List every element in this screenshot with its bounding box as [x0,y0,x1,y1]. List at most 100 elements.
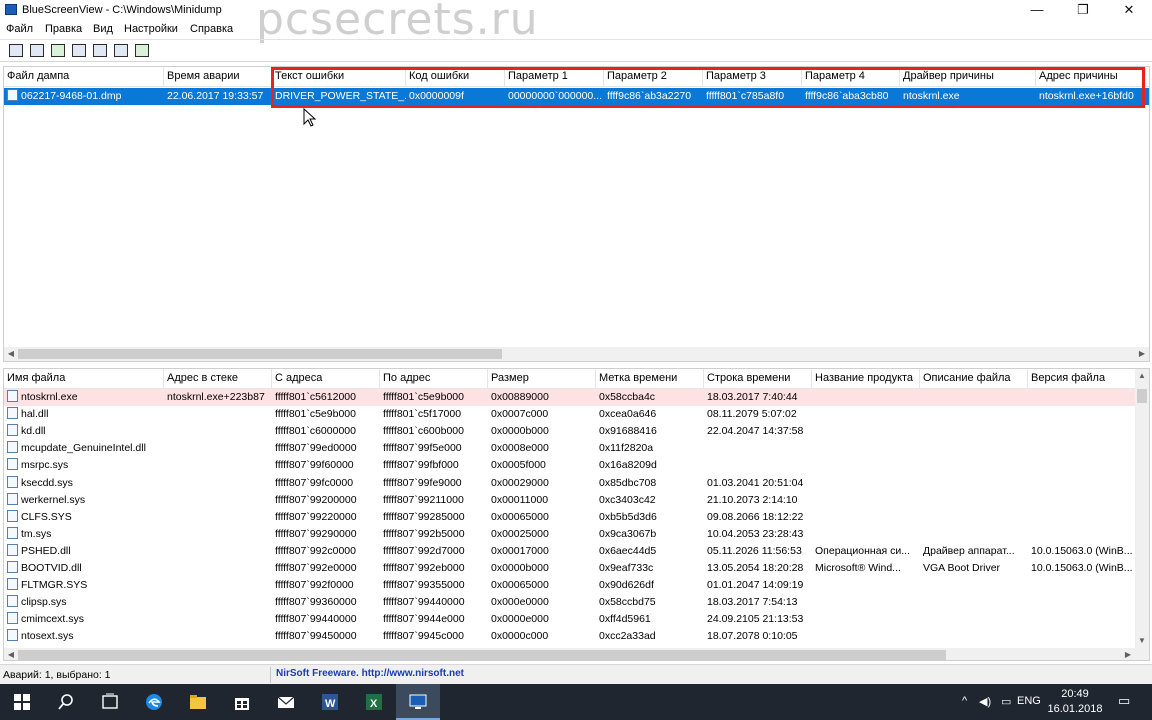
volume-icon[interactable]: ◀) [979,695,991,708]
table-row[interactable]: cmimcext.sys fffff807`99440000 fffff807`99… [4,611,1149,628]
clock[interactable]: 20:49 16.01.2018 [1045,687,1105,717]
properties-icon[interactable] [92,43,109,59]
col-size[interactable]: Размер [488,369,596,389]
table-row[interactable]: msrpc.sys fffff807`99f60000 fffff807`99fbf… [4,457,1149,474]
language-indicator[interactable]: ENG [1017,695,1041,707]
col-time-stamp[interactable]: Метка времени [596,369,704,389]
menu-edit[interactable]: Правка [45,23,82,35]
crash-row[interactable]: 062217-9468-01.dmp 22.06.2017 19:33:57 D… [4,88,1149,105]
cell-size: 0x0000b000 [491,425,549,438]
cell-filename: clipsp.sys [4,594,164,611]
table-row[interactable]: kd.dll fffff801`c6000000 fffff801`c600b000… [4,423,1149,440]
notifications-icon[interactable]: ▭ [1118,693,1130,709]
word-icon[interactable]: W [308,684,352,720]
maximize-button[interactable]: ❐ [1060,0,1106,21]
menu-view[interactable]: Вид [93,23,113,35]
store-icon[interactable] [220,684,264,720]
col-to-address[interactable]: По адрес [380,369,488,389]
table-row[interactable]: FLTMGR.SYS fffff807`992f0000 fffff807`9935… [4,577,1149,594]
col-dump-file[interactable]: Файл дампа [4,67,164,87]
scroll-thumb[interactable] [18,349,502,359]
col-bug-check-code[interactable]: Код ошибки [406,67,505,87]
title-bar[interactable]: BlueScreenView - C:\Windows\Minidump pcs… [0,0,1152,45]
cell-from-address: fffff807`99220000 [275,510,357,523]
cell-time-stamp: 0x91688416 [599,425,657,438]
driver-file-icon [7,612,18,625]
cell-file-version [1028,526,1136,543]
search-icon[interactable] [44,684,88,720]
cell-filename-text: ksecdd.sys [21,476,73,489]
bottom-horizontal-scrollbar[interactable]: ◀ ▶ [4,648,1149,660]
col-file-version[interactable]: Версия файла [1028,369,1136,389]
col-param-3[interactable]: Параметр 3 [703,67,802,87]
bottom-vertical-scrollbar[interactable]: ▲ ▼ [1135,369,1149,648]
col-caused-by-driver[interactable]: Драйвер причины [900,67,1036,87]
copy-icon[interactable] [71,43,88,59]
excel-icon[interactable]: X [352,684,396,720]
save-icon[interactable] [29,43,46,59]
minimize-button[interactable]: — [1014,0,1060,21]
scroll-up-icon[interactable]: ▲ [1135,369,1149,383]
driver-file-icon [7,475,18,488]
menu-help[interactable]: Справка [190,23,233,35]
table-row[interactable]: CLFS.SYS fffff807`99220000 fffff807`992850… [4,509,1149,526]
find-icon[interactable] [113,43,130,59]
cell-address-in-stack [164,509,272,526]
menu-file[interactable]: Файл [6,23,33,35]
table-row[interactable]: hal.dll fffff801`c5e9b000 fffff801`c5f1700… [4,406,1149,423]
driver-file-icon [7,424,18,437]
menu-settings[interactable]: Настройки [124,23,178,35]
tray-chevron-icon[interactable]: ^ [962,695,967,707]
scroll-left-icon[interactable]: ◀ [4,648,18,660]
table-row[interactable]: werkernel.sys fffff807`99200000 fffff807`9… [4,492,1149,509]
html-report-icon[interactable] [8,43,25,59]
table-row[interactable]: ntosext.sys fffff807`99450000 fffff807`994… [4,628,1149,645]
mouse-cursor-icon [303,108,317,127]
nirsoft-link[interactable]: NirSoft Freeware. http://www.nirsoft.net [276,668,464,679]
col-caused-by-address[interactable]: Адрес причины [1036,67,1146,87]
scroll-right-icon[interactable]: ▶ [1121,648,1135,660]
col-product-name[interactable]: Название продукта [812,369,920,389]
refresh-icon[interactable] [50,43,67,59]
table-row[interactable]: ksecdd.sys fffff807`99fc0000 fffff807`99fe… [4,475,1149,492]
explorer-icon[interactable] [176,684,220,720]
top-horizontal-scrollbar[interactable]: ◀ ▶ [4,347,1149,361]
start-icon[interactable] [0,684,44,720]
col-param-2[interactable]: Параметр 2 [604,67,703,87]
col-address-in-stack[interactable]: Адрес в стеке [164,369,272,389]
col-param-4[interactable]: Параметр 4 [802,67,900,87]
cell-from-address: fffff801`c5e9b000 [275,408,356,421]
cell-time-string: 09.08.2066 18:12:22 [707,510,804,523]
cell-filename-text: PSHED.dll [21,544,71,557]
network-icon[interactable]: ▭ [1001,695,1011,708]
scroll-thumb-vertical[interactable] [1137,389,1147,403]
task-view-icon[interactable] [88,684,132,720]
col-crash-time[interactable]: Время аварии [164,67,272,87]
table-row[interactable]: tm.sys fffff807`99290000 fffff807`992b5000… [4,526,1149,543]
table-row[interactable]: clipsp.sys fffff807`99360000 fffff807`9944… [4,594,1149,611]
table-row[interactable]: ntoskrnl.exe ntoskrnl.exe+223b87 fffff801`… [4,389,1149,406]
col-from-address[interactable]: С адреса [272,369,380,389]
table-row[interactable]: BOOTVID.dll fffff807`992e0000 fffff807`992… [4,560,1149,577]
exit-icon[interactable] [134,43,151,59]
col-param-1[interactable]: Параметр 1 [505,67,604,87]
col-extra[interactable] [1146,67,1149,87]
scroll-right-icon[interactable]: ▶ [1135,347,1149,361]
mail-icon[interactable] [264,684,308,720]
close-button[interactable]: ✕ [1106,0,1152,21]
col-time-string[interactable]: Строка времени [704,369,812,389]
table-row[interactable]: mcupdate_GenuineIntel.dll fffff807`99ed00… [4,440,1149,457]
col-file-description[interactable]: Описание файла [920,369,1028,389]
cell-file-description [920,406,1028,423]
col-filename[interactable]: Имя файла [4,369,164,389]
cell-to-address: fffff807`99fe9000 [383,476,462,489]
col-bug-check-string[interactable]: Текст ошибки [272,67,406,87]
scroll-left-icon[interactable]: ◀ [4,347,18,361]
bluescreenview-icon[interactable] [396,684,440,720]
app-window: BlueScreenView - C:\Windows\Minidump pcs… [0,0,1152,684]
scroll-thumb[interactable] [18,650,946,660]
table-row[interactable]: PSHED.dll fffff807`992c0000 fffff807`992d7… [4,543,1149,560]
scroll-down-icon[interactable]: ▼ [1135,634,1149,648]
edge-icon[interactable] [132,684,176,720]
cell-file-version [1028,406,1136,423]
